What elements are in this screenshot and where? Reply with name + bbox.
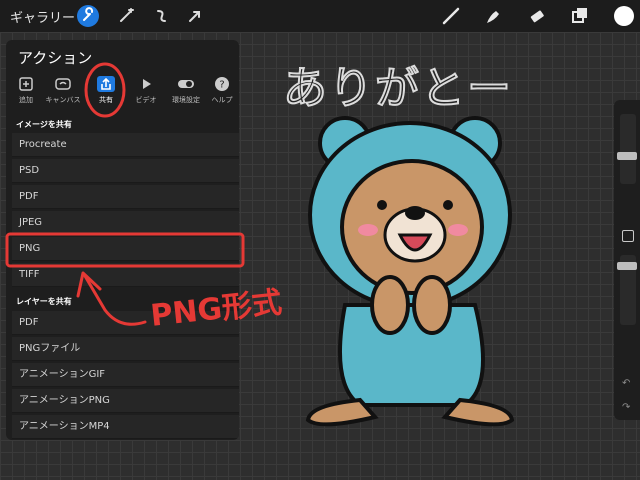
red-annotation-marks [5,62,245,326]
